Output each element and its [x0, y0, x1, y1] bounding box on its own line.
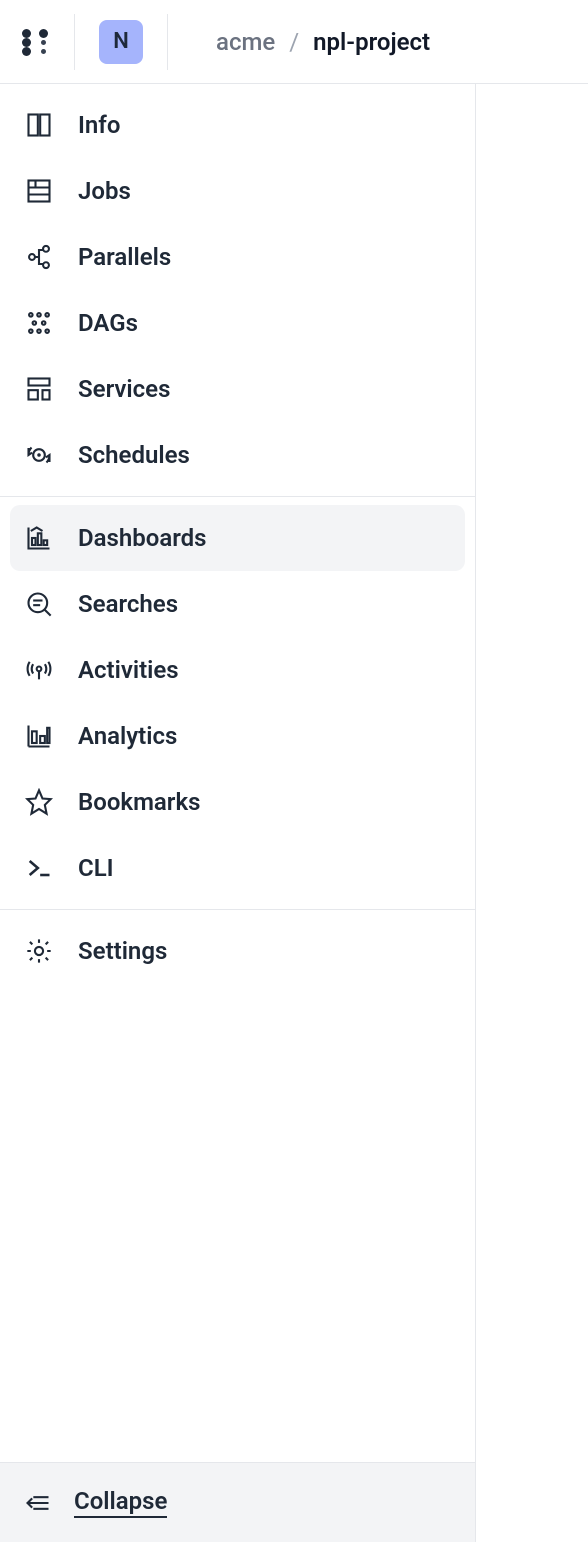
divider	[167, 14, 168, 70]
sidebar-item-services[interactable]: Services	[10, 356, 465, 422]
sidebar-item-settings[interactable]: Settings	[10, 918, 465, 984]
panels-icon	[24, 110, 54, 140]
sidebar-item-dags[interactable]: DAGs	[10, 290, 465, 356]
app-header: N acme / npl-project	[0, 0, 588, 84]
sidebar-item-schedules[interactable]: Schedules	[10, 422, 465, 488]
list-icon	[24, 176, 54, 206]
dag-icon	[24, 308, 54, 338]
breadcrumb-separator: /	[289, 28, 299, 56]
divider	[74, 14, 75, 70]
sidebar: Info Jobs Parallels DAGs	[0, 84, 476, 1542]
breadcrumb: acme / npl-project	[216, 28, 430, 56]
chart-icon	[24, 523, 54, 553]
collapse-label: Collapse	[74, 1487, 167, 1518]
sidebar-item-label: CLI	[78, 854, 114, 882]
sidebar-item-label: Searches	[78, 590, 178, 618]
star-icon	[24, 787, 54, 817]
sidebar-item-label: Services	[78, 375, 170, 403]
sidebar-item-analytics[interactable]: Analytics	[10, 703, 465, 769]
terminal-icon	[24, 853, 54, 883]
bar-chart-icon	[24, 721, 54, 751]
sidebar-item-label: Analytics	[78, 722, 177, 750]
sidebar-item-cli[interactable]: CLI	[10, 835, 465, 901]
app-menu-icon[interactable]	[20, 27, 50, 57]
sidebar-item-searches[interactable]: Searches	[10, 571, 465, 637]
sidebar-item-label: Settings	[78, 937, 167, 965]
breadcrumb-project[interactable]: npl-project	[313, 28, 430, 56]
collapse-button[interactable]: Collapse	[0, 1462, 475, 1542]
sidebar-item-label: Bookmarks	[78, 788, 200, 816]
gear-icon	[24, 936, 54, 966]
sidebar-item-dashboards[interactable]: Dashboards	[10, 505, 465, 571]
sidebar-item-label: Dashboards	[78, 524, 207, 552]
main-content	[476, 84, 588, 1542]
sidebar-item-jobs[interactable]: Jobs	[10, 158, 465, 224]
sidebar-item-label: Jobs	[78, 177, 131, 205]
search-list-icon	[24, 589, 54, 619]
avatar[interactable]: N	[99, 20, 143, 64]
sidebar-item-label: Activities	[78, 656, 179, 684]
sidebar-item-label: Info	[78, 111, 120, 139]
sidebar-item-info[interactable]: Info	[10, 92, 465, 158]
clock-sync-icon	[24, 440, 54, 470]
sidebar-item-label: Parallels	[78, 243, 171, 271]
breadcrumb-org[interactable]: acme	[216, 28, 275, 56]
collapse-icon	[24, 1489, 52, 1517]
avatar-letter: N	[113, 29, 129, 54]
sidebar-item-label: Schedules	[78, 441, 190, 469]
broadcast-icon	[24, 655, 54, 685]
branch-icon	[24, 242, 54, 272]
layout-icon	[24, 374, 54, 404]
sidebar-item-parallels[interactable]: Parallels	[10, 224, 465, 290]
sidebar-item-bookmarks[interactable]: Bookmarks	[10, 769, 465, 835]
sidebar-item-activities[interactable]: Activities	[10, 637, 465, 703]
sidebar-item-label: DAGs	[78, 309, 138, 337]
